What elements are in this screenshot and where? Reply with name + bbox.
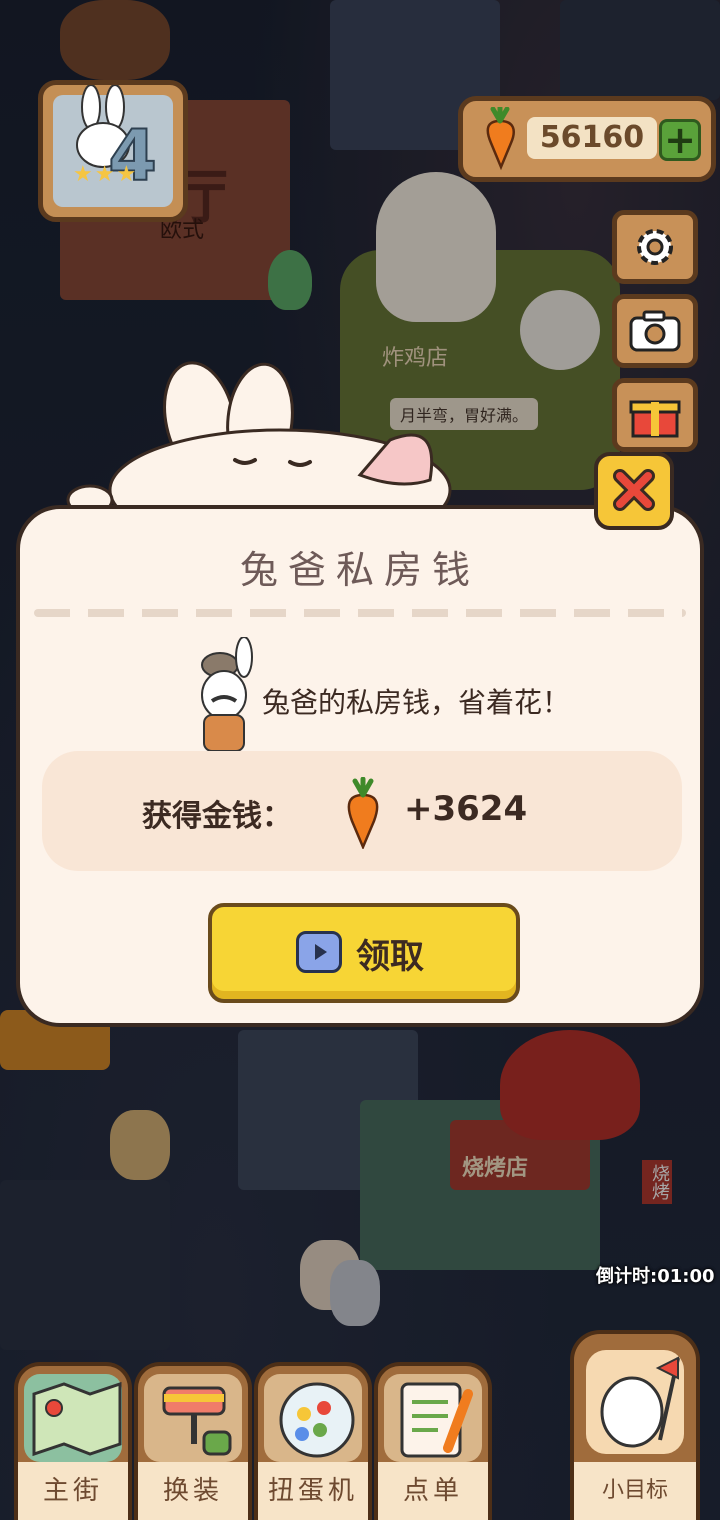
nav-label: 点单	[378, 1462, 488, 1520]
nav-label: 扭蛋机	[258, 1462, 368, 1520]
add-currency-button[interactable]: +	[659, 119, 701, 161]
claim-button-label: 领取	[356, 937, 424, 977]
close-icon	[613, 469, 655, 511]
nav-label: 换装	[138, 1462, 248, 1520]
carrot-icon	[347, 777, 379, 849]
settings-icon	[637, 229, 673, 265]
reward-value: +3624	[404, 789, 528, 829]
level-badge-inner: 4 ★★★	[53, 85, 173, 207]
camera-button[interactable]	[612, 294, 698, 368]
level-badge[interactable]: 4 ★★★	[38, 80, 188, 222]
nav-label: 主街	[18, 1462, 128, 1520]
gacha-icon	[264, 1374, 362, 1462]
camera-icon	[629, 310, 681, 352]
level-stars: ★★★	[73, 162, 139, 187]
nav-item-dress-up[interactable]: 换装	[134, 1362, 252, 1520]
rabbit-head-decoration	[66, 361, 452, 510]
rabbit-dad-icon	[201, 637, 253, 752]
video-ad-icon	[296, 931, 342, 973]
dialog-title: 兔爸私房钱	[239, 548, 480, 592]
currency-bar: 56160 +	[458, 96, 716, 182]
nav-item-main-street[interactable]: 主街	[14, 1362, 132, 1520]
small-goal-label: 小目标	[574, 1462, 696, 1520]
carrot-icon	[486, 107, 515, 171]
nav-item-order[interactable]: 点单	[374, 1362, 492, 1520]
flag-paw-icon	[586, 1350, 684, 1454]
gift-button[interactable]	[612, 378, 698, 452]
dialog-description: 兔爸的私房钱，省着花！	[262, 686, 571, 719]
small-goal-button[interactable]: 小目标	[570, 1330, 700, 1520]
currency-amount: 56160	[527, 117, 657, 159]
countdown-timer: 倒计时:01:00	[596, 1266, 715, 1287]
claim-button[interactable]: 领取	[208, 903, 520, 1003]
gift-icon	[629, 400, 681, 438]
map-icon	[24, 1374, 122, 1462]
close-button[interactable]	[594, 452, 674, 530]
reward-label: 获得金钱：	[142, 799, 292, 834]
order-list-icon	[384, 1374, 482, 1462]
dialog-divider	[34, 609, 686, 617]
nav-item-gacha[interactable]: 扭蛋机	[254, 1362, 372, 1520]
paint-roller-icon	[144, 1374, 242, 1462]
reward-box: 获得金钱： +3624	[42, 751, 682, 871]
reward-dialog: 兔爸私房钱 兔爸的私房钱，省着花！ 获得金钱： +3624 领取	[16, 505, 704, 1027]
settings-button[interactable]	[612, 210, 698, 284]
